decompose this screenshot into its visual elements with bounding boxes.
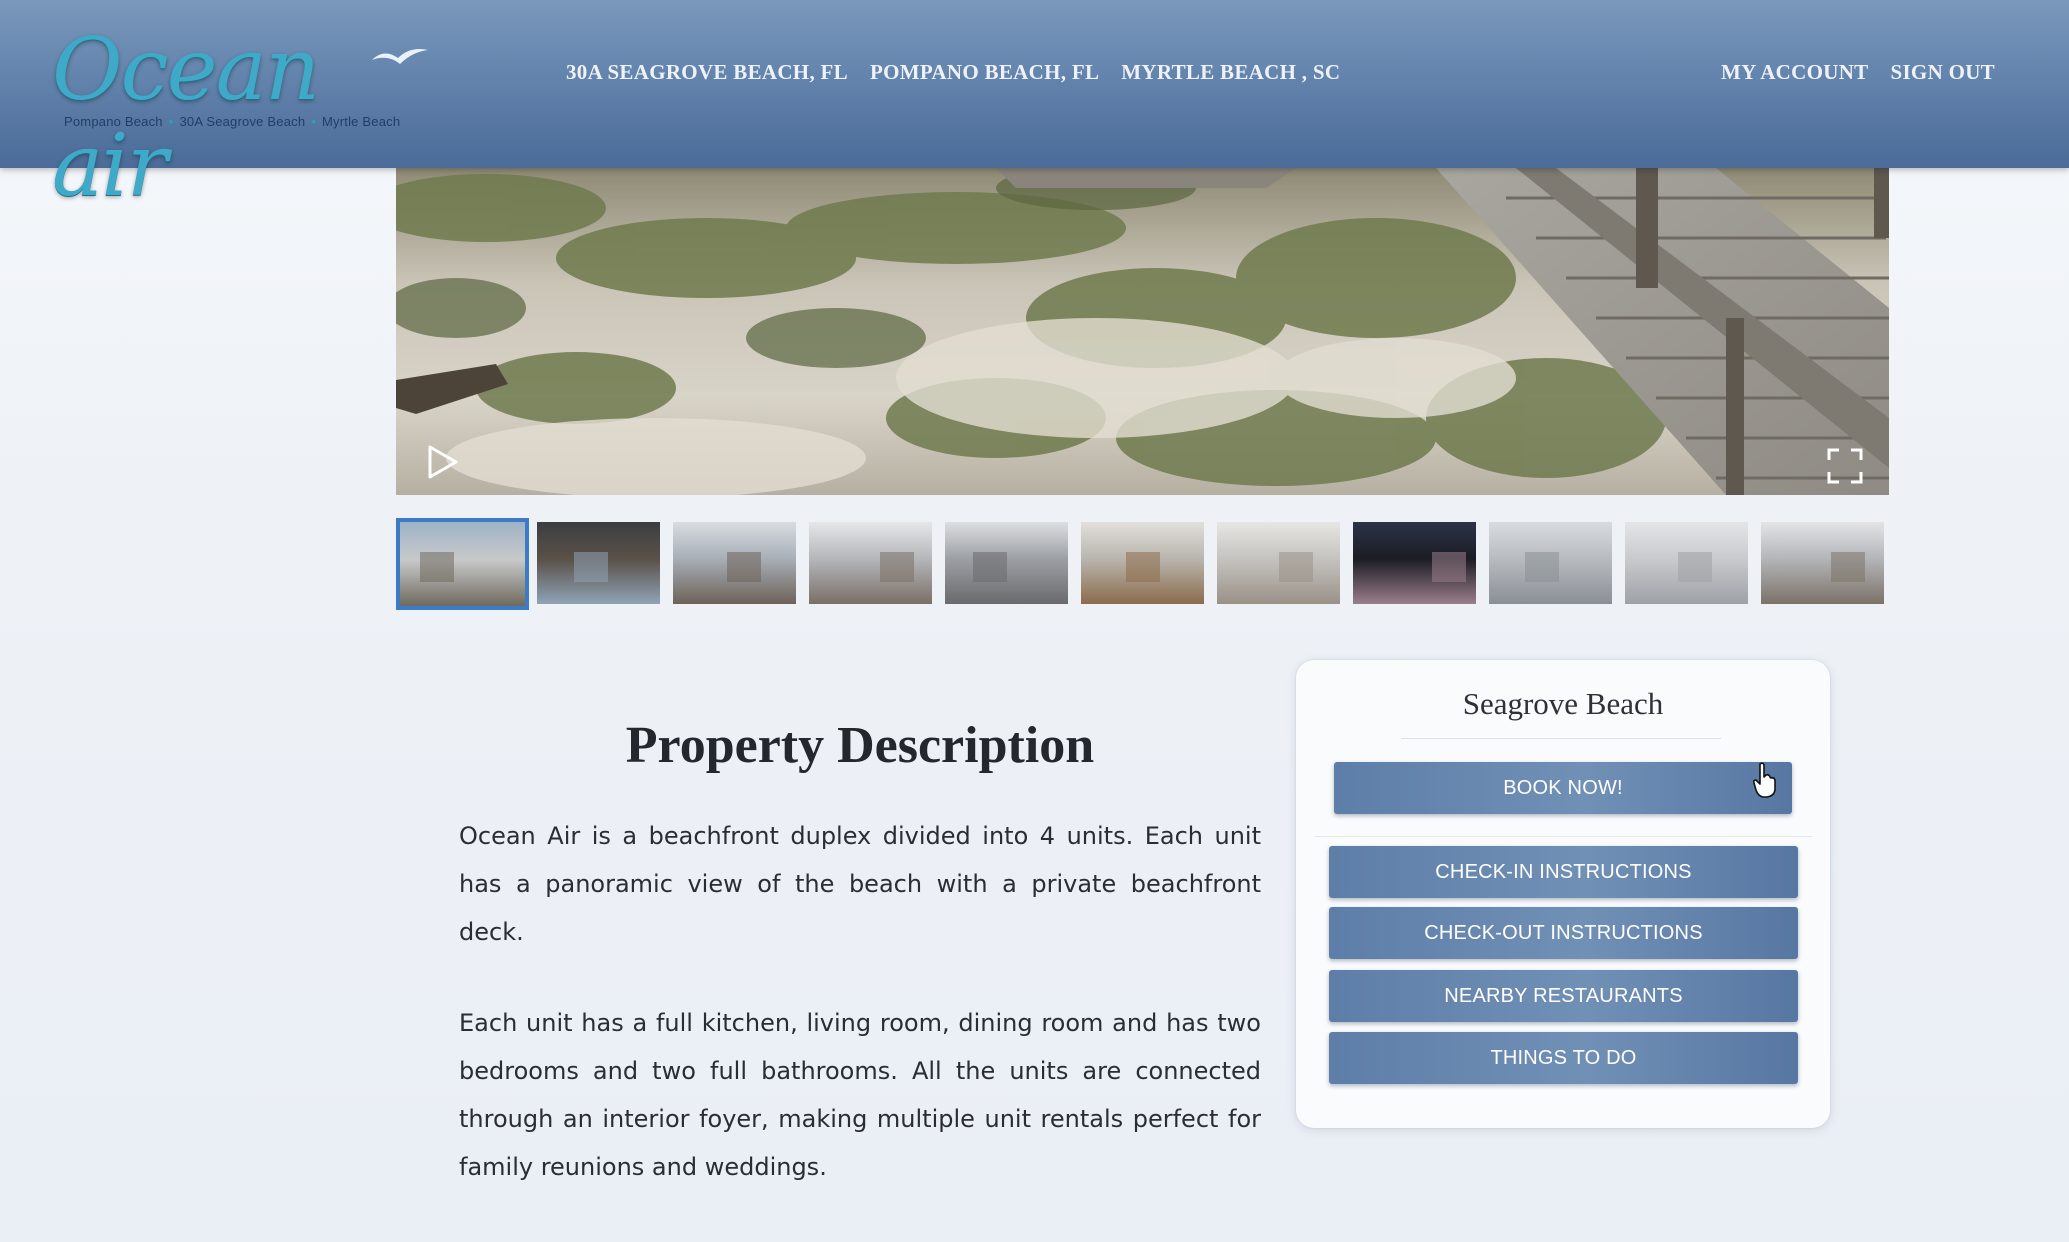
description-paragraph: Ocean Air is a beachfront duplex divided… bbox=[459, 822, 1261, 946]
thumbnail-detail bbox=[420, 552, 454, 582]
gallery-thumbnail[interactable] bbox=[1081, 522, 1204, 604]
thumbnail-detail bbox=[973, 552, 1007, 582]
hero-image bbox=[396, 168, 1889, 495]
thumbnail-detail bbox=[880, 552, 914, 582]
card-title: Seagrove Beach bbox=[1462, 686, 1664, 721]
nav-seagrove-beach[interactable]: 30A SEAGROVE BEACH, FL bbox=[566, 60, 848, 85]
play-icon[interactable] bbox=[424, 444, 460, 480]
logo[interactable]: Ocean air Pompano Beach • 30A Seagrove Bea… bbox=[52, 22, 452, 214]
thumbnail-detail bbox=[574, 552, 608, 582]
thumbnail-detail bbox=[1831, 552, 1865, 582]
divider bbox=[1314, 836, 1812, 837]
nearby-restaurants-button[interactable]: NEARBY RESTAURANTS bbox=[1329, 970, 1798, 1022]
gallery-thumbnail[interactable] bbox=[945, 522, 1068, 604]
my-account-link[interactable]: MY ACCOUNT bbox=[1721, 60, 1868, 85]
logo-tagline: Pompano Beach • 30A Seagrove Beach • Myrtle … bbox=[64, 114, 400, 129]
fullscreen-icon[interactable] bbox=[1827, 448, 1863, 484]
gallery-thumbnail[interactable] bbox=[809, 522, 932, 604]
account-nav: MY ACCOUNT SIGN OUT bbox=[1721, 60, 1995, 85]
check-in-button[interactable]: CHECK-IN INSTRUCTIONS bbox=[1329, 846, 1798, 898]
gallery-thumbnail[interactable] bbox=[1217, 522, 1340, 604]
thumbnail-detail bbox=[1432, 552, 1466, 582]
gallery-thumbnail[interactable] bbox=[673, 522, 796, 604]
gallery-thumbnail[interactable] bbox=[396, 518, 529, 610]
gallery-thumbnail[interactable] bbox=[1489, 522, 1612, 604]
gallery-thumbnail[interactable] bbox=[537, 522, 660, 604]
things-to-do-button[interactable]: THINGS TO DO bbox=[1329, 1032, 1798, 1084]
site-header: Ocean air Pompano Beach • 30A Seagrove Bea… bbox=[0, 0, 2069, 214]
description-paragraph: Each unit has a full kitchen, living roo… bbox=[459, 1009, 1261, 1181]
thumbnail-detail bbox=[727, 552, 761, 582]
gallery-thumbnail[interactable] bbox=[1761, 522, 1884, 604]
thumbnail-detail bbox=[1126, 552, 1160, 582]
nav-myrtle-beach[interactable]: MYRTLE BEACH , SC bbox=[1121, 60, 1340, 85]
gallery-thumbnail[interactable] bbox=[1625, 522, 1748, 604]
hand-cursor-icon bbox=[1752, 762, 1776, 798]
description-title: Property Description bbox=[625, 717, 1095, 774]
tagline-location: Pompano Beach bbox=[64, 114, 163, 129]
thumbnail-detail bbox=[1279, 552, 1313, 582]
sign-out-link[interactable]: SIGN OUT bbox=[1890, 60, 1995, 85]
divider bbox=[1401, 738, 1721, 739]
book-now-button[interactable]: BOOK NOW! bbox=[1334, 762, 1792, 814]
booking-card: Seagrove Beach BOOK NOW! CHECK-IN INSTRU… bbox=[1296, 660, 1830, 1128]
tagline-separator: • bbox=[311, 114, 317, 129]
tagline-location: Myrtle Beach bbox=[322, 114, 401, 129]
tagline-location: 30A Seagrove Beach bbox=[179, 114, 306, 129]
gallery-thumbnail[interactable] bbox=[1353, 522, 1476, 604]
location-nav: 30A SEAGROVE BEACH, FL POMPANO BEACH, FL… bbox=[566, 60, 1340, 85]
tagline-separator: • bbox=[168, 114, 174, 129]
hero-slideshow[interactable] bbox=[396, 168, 1889, 495]
nav-pompano-beach[interactable]: POMPANO BEACH, FL bbox=[870, 60, 1099, 85]
check-out-button[interactable]: CHECK-OUT INSTRUCTIONS bbox=[1329, 907, 1798, 959]
thumbnail-detail bbox=[1678, 552, 1712, 582]
thumbnail-detail bbox=[1525, 552, 1559, 582]
seagull-icon bbox=[372, 49, 428, 64]
